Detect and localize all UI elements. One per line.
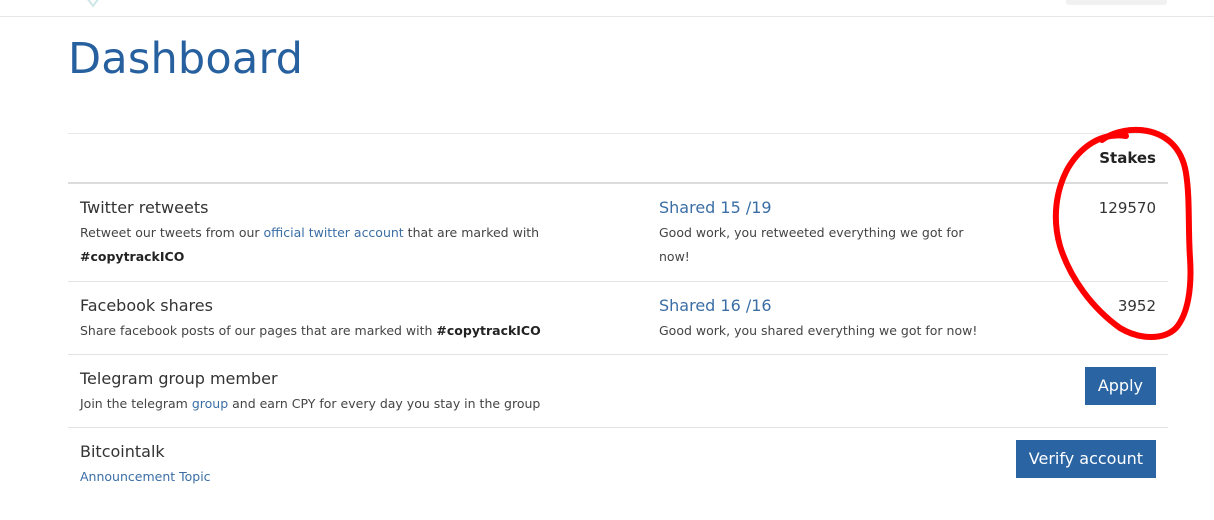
table-row-twitter: Twitter retweets Retweet our tweets from…	[68, 184, 1168, 282]
announcement-topic-link[interactable]: Announcement Topic	[80, 469, 211, 484]
task-description: Share facebook posts of our pages that a…	[80, 319, 541, 343]
description-text: Share facebook posts of our pages that a…	[80, 323, 437, 338]
status-description: Good work, you shared everything we got …	[659, 319, 1059, 343]
table-row-facebook: Facebook shares Share facebook posts of …	[68, 282, 1168, 355]
table-header-row: Stakes	[68, 133, 1168, 184]
description-text: and earn CPY for every day you stay in t…	[228, 396, 541, 411]
task-title: Telegram group member	[80, 369, 278, 388]
logo-icon	[87, 0, 99, 8]
stakes-value: 129570	[1098, 199, 1156, 217]
description-text: Retweet our tweets from our	[80, 225, 264, 240]
task-title: Bitcointalk	[80, 442, 165, 461]
apply-button[interactable]: Apply	[1084, 367, 1156, 405]
top-menu-button[interactable]	[1066, 0, 1167, 5]
table-row-bitcointalk: Bitcointalk Announcement Topic Verify ac…	[68, 428, 1168, 500]
status-text: now!	[659, 249, 690, 264]
description-text: Join the telegram	[80, 396, 192, 411]
share-status: Shared 15 /19	[659, 198, 772, 217]
tasks-table: Stakes Twitter retweets Retweet our twee…	[68, 133, 1168, 500]
share-status: Shared 16 /16	[659, 296, 772, 315]
task-description: Announcement Topic	[80, 465, 211, 489]
description-text: that are marked with	[403, 225, 540, 240]
hashtag: #copytrackICO	[80, 249, 185, 264]
status-text: Good work, you shared everything we got …	[659, 323, 978, 338]
stakes-value: 3952	[1117, 297, 1156, 315]
telegram-group-link[interactable]: group	[192, 396, 228, 411]
table-row-telegram: Telegram group member Join the telegram …	[68, 355, 1168, 428]
task-title: Facebook shares	[80, 296, 213, 315]
page-title: Dashboard	[68, 34, 304, 84]
official-twitter-account-link[interactable]: official twitter account	[264, 225, 404, 240]
status-text: Good work, you retweeted everything we g…	[659, 225, 964, 240]
task-title: Twitter retweets	[80, 198, 209, 217]
task-description: Join the telegram group and earn CPY for…	[80, 392, 540, 416]
stakes-column-header: Stakes	[1099, 149, 1156, 167]
task-description: Retweet our tweets from our official twi…	[80, 221, 539, 269]
status-description: Good work, you retweeted everything we g…	[659, 221, 999, 269]
verify-account-button[interactable]: Verify account	[1015, 440, 1156, 478]
hashtag: #copytrackICO	[436, 323, 541, 338]
top-navigation-bar	[0, 0, 1214, 17]
